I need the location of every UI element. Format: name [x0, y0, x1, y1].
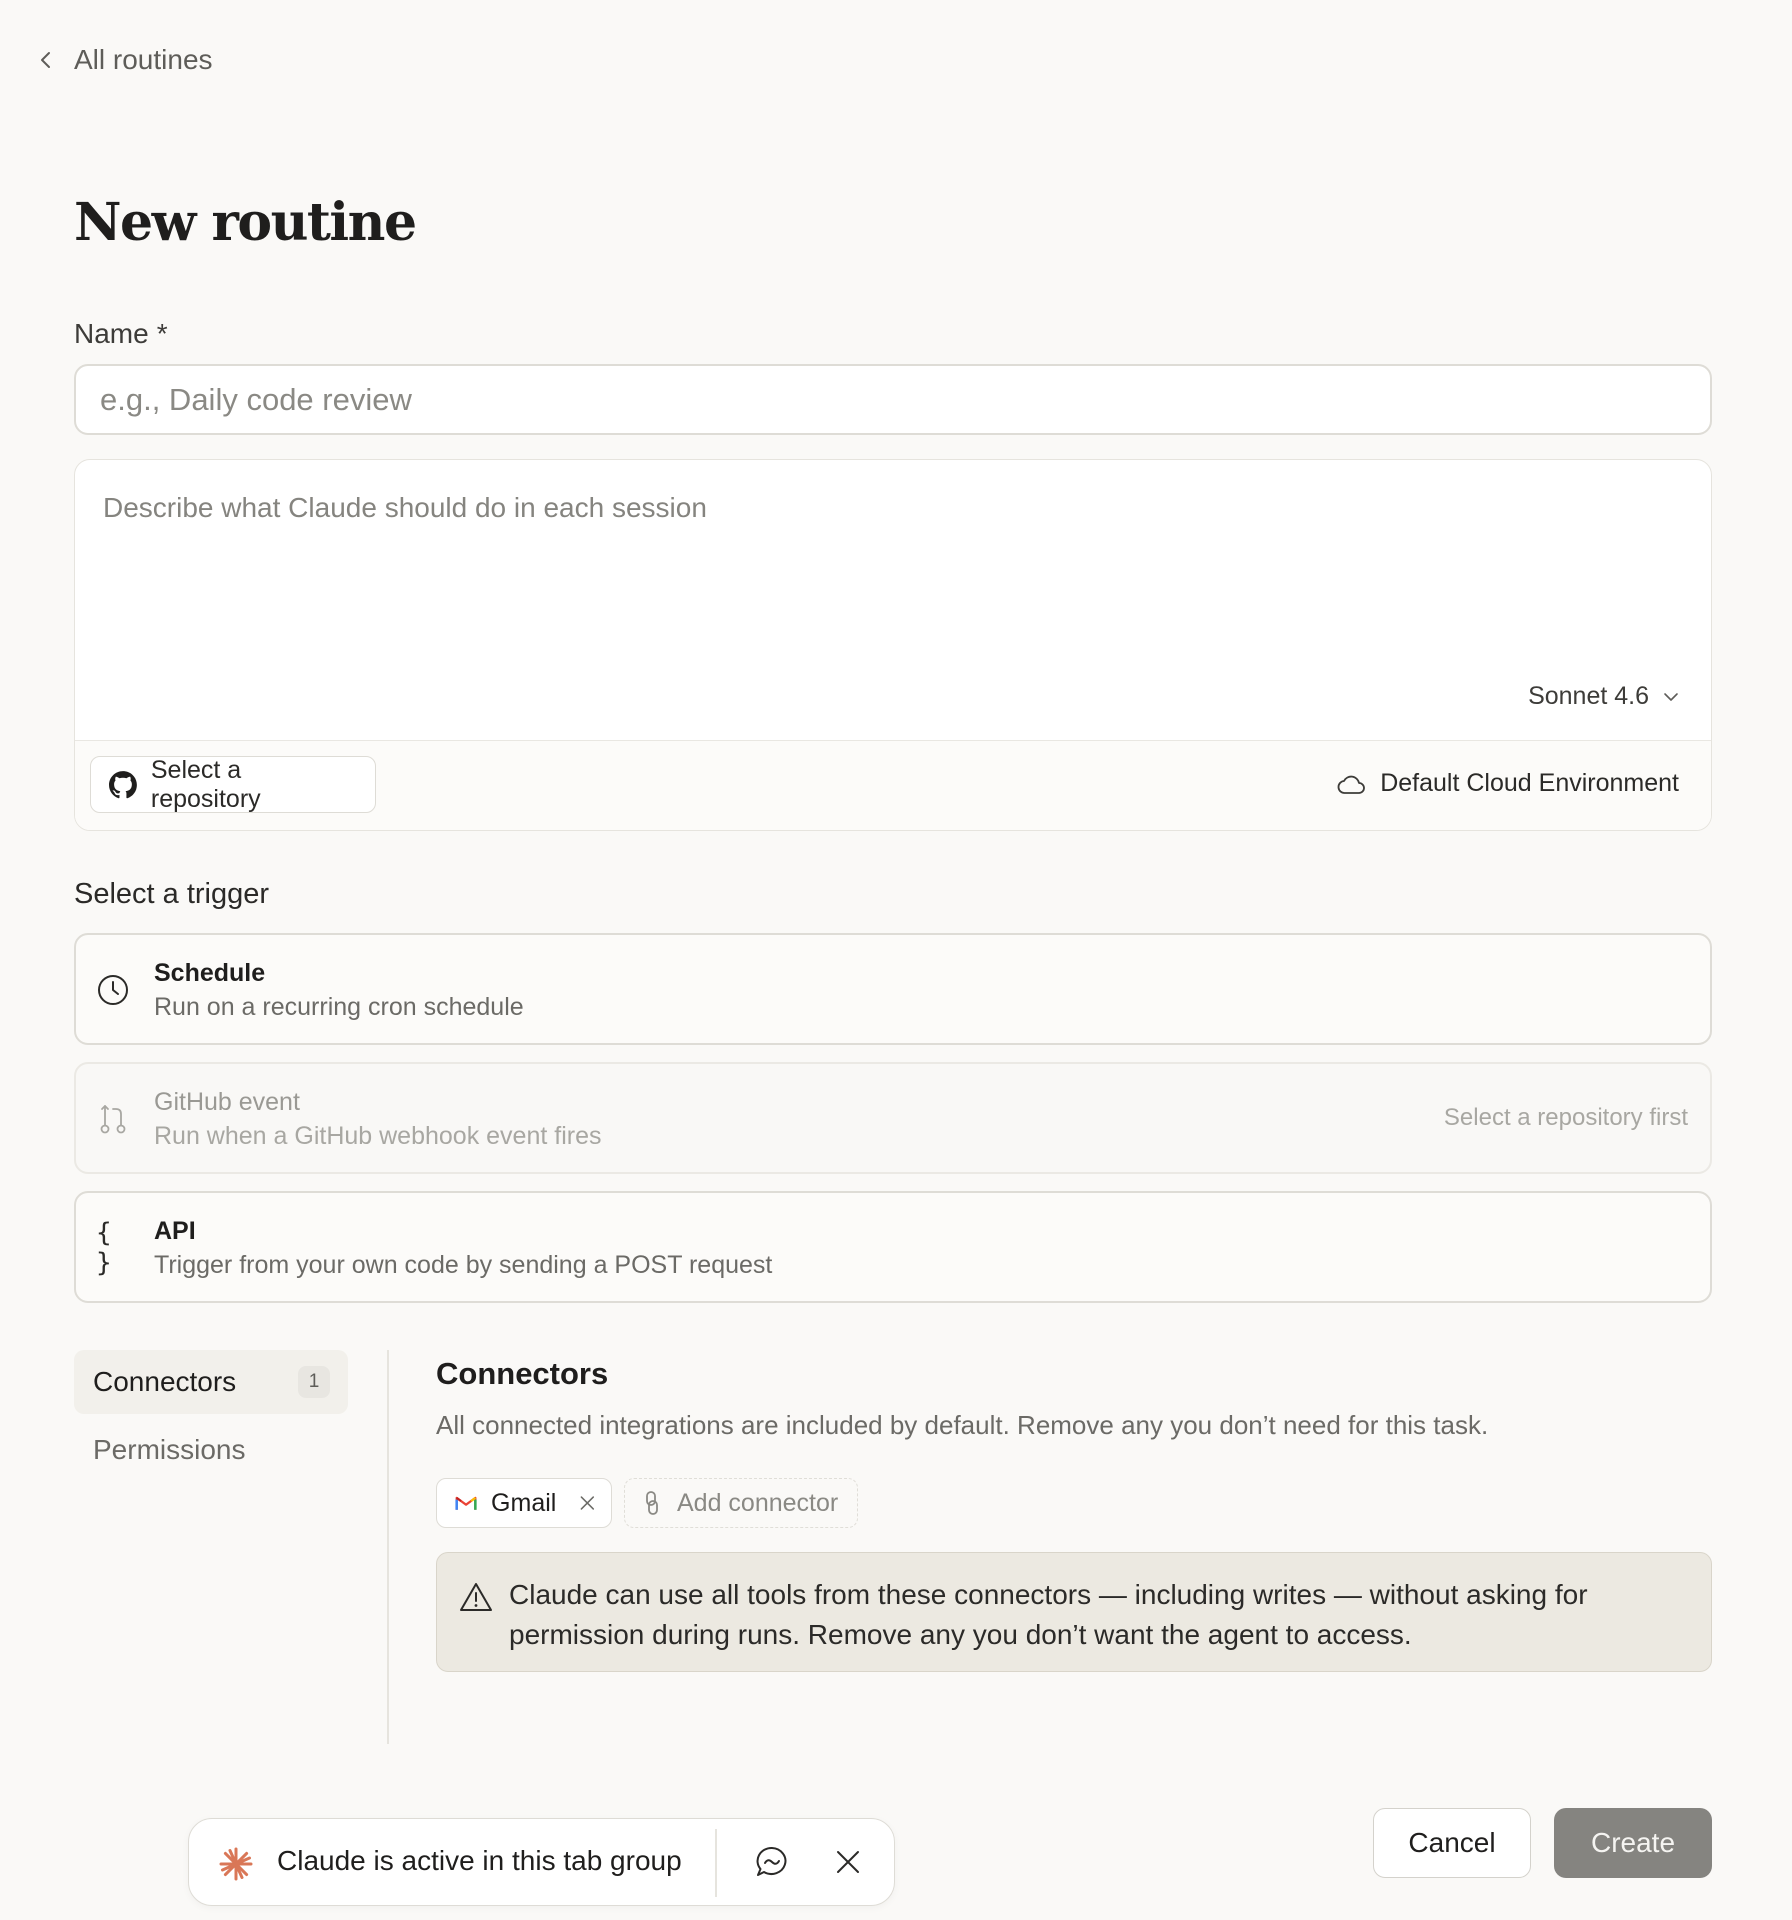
chevron-left-icon	[41, 52, 50, 68]
model-label: Sonnet 4.6	[1528, 682, 1649, 710]
link-icon	[646, 1491, 658, 1515]
select-repository-label: Select a repository	[150, 755, 261, 813]
trigger-description: Run when a GitHub webhook event fires	[154, 1122, 602, 1150]
required-marker: *	[156, 318, 168, 349]
back-link-label: All routines	[74, 44, 213, 75]
settings-sidebar: Connectors 1 Permissions	[74, 1350, 348, 1486]
gmail-icon	[455, 1496, 477, 1510]
select-repository-button[interactable]: Select a repository	[90, 756, 376, 813]
page-title: New routine	[74, 192, 417, 253]
connector-count-badge: 1	[298, 1366, 330, 1398]
remove-connector-icon[interactable]	[578, 1492, 597, 1514]
trigger-title: Schedule	[154, 959, 266, 987]
add-connector-button[interactable]: Add connector	[624, 1478, 858, 1528]
sidebar-item-label: Connectors	[93, 1366, 237, 1397]
trigger-title: API	[154, 1217, 196, 1245]
connectors-description: All connected integrations are included …	[436, 1410, 1489, 1440]
close-icon[interactable]	[833, 1847, 863, 1877]
warning-text: Claude can use all tools from these conn…	[509, 1579, 1588, 1650]
claude-bar-divider	[715, 1829, 717, 1897]
create-button[interactable]: Create	[1554, 1808, 1712, 1878]
prompt-box: Sonnet 4.6 Select a repository Default C…	[74, 459, 1712, 831]
trigger-option-github-event: GitHub event Run when a GitHub webhook e…	[74, 1062, 1712, 1174]
sidebar-item-label: Permissions	[93, 1434, 246, 1465]
new-routine-page: All routines New routine Name* Sonnet 4.…	[0, 0, 1792, 1920]
trigger-description: Run on a recurring cron schedule	[154, 993, 524, 1021]
trigger-option-schedule[interactable]: Schedule Run on a recurring cron schedul…	[74, 933, 1712, 1045]
braces-glyph: { }	[96, 1218, 116, 1278]
connector-chip-gmail: Gmail	[436, 1478, 612, 1528]
trigger-heading: Select a trigger	[74, 878, 270, 910]
claude-status-text: Claude is active in this tab group	[277, 1845, 682, 1876]
clock-icon	[96, 973, 130, 1007]
name-input[interactable]	[74, 364, 1712, 435]
chevron-down-icon	[1664, 692, 1678, 701]
git-branch-icon	[96, 1102, 130, 1136]
trigger-title: GitHub event	[154, 1088, 300, 1116]
cancel-button[interactable]: Cancel	[1373, 1808, 1531, 1878]
sidebar-item-connectors[interactable]: Connectors 1	[74, 1350, 348, 1414]
model-selector[interactable]: Sonnet 4.6	[1528, 682, 1679, 711]
trigger-disabled-note: Select a repository first	[1443, 1104, 1688, 1131]
connector-chip-label: Gmail	[491, 1488, 557, 1517]
claude-status-bar: Claude is active in this tab group	[188, 1818, 895, 1906]
github-icon	[109, 770, 137, 798]
add-connector-label: Add connector	[677, 1488, 839, 1517]
trigger-description: Trigger from your own code by sending a …	[154, 1251, 773, 1279]
environment-selector[interactable]: Default Cloud Environment	[1336, 769, 1679, 798]
connectors-title: Connectors	[436, 1356, 609, 1391]
claude-spark-icon	[219, 1847, 253, 1881]
name-label-text: Name	[74, 318, 149, 349]
connector-warning-banner: Claude can use all tools from these conn…	[436, 1552, 1712, 1672]
back-to-routines-link[interactable]: All routines	[36, 44, 213, 76]
sidebar-item-permissions[interactable]: Permissions	[74, 1418, 348, 1482]
cloud-icon	[1337, 775, 1366, 794]
braces-icon: { }	[96, 1218, 130, 1278]
warning-icon	[460, 1583, 492, 1611]
name-field-label: Name *	[74, 318, 168, 350]
chat-bubble-icon[interactable]	[755, 1845, 789, 1879]
environment-label: Default Cloud Environment	[1380, 769, 1679, 797]
prompt-footer: Select a repository Default Cloud Enviro…	[75, 740, 1711, 830]
sidebar-divider	[387, 1350, 389, 1744]
trigger-option-api[interactable]: { } API Trigger from your own code by se…	[74, 1191, 1712, 1303]
prompt-textarea[interactable]	[75, 460, 1711, 740]
